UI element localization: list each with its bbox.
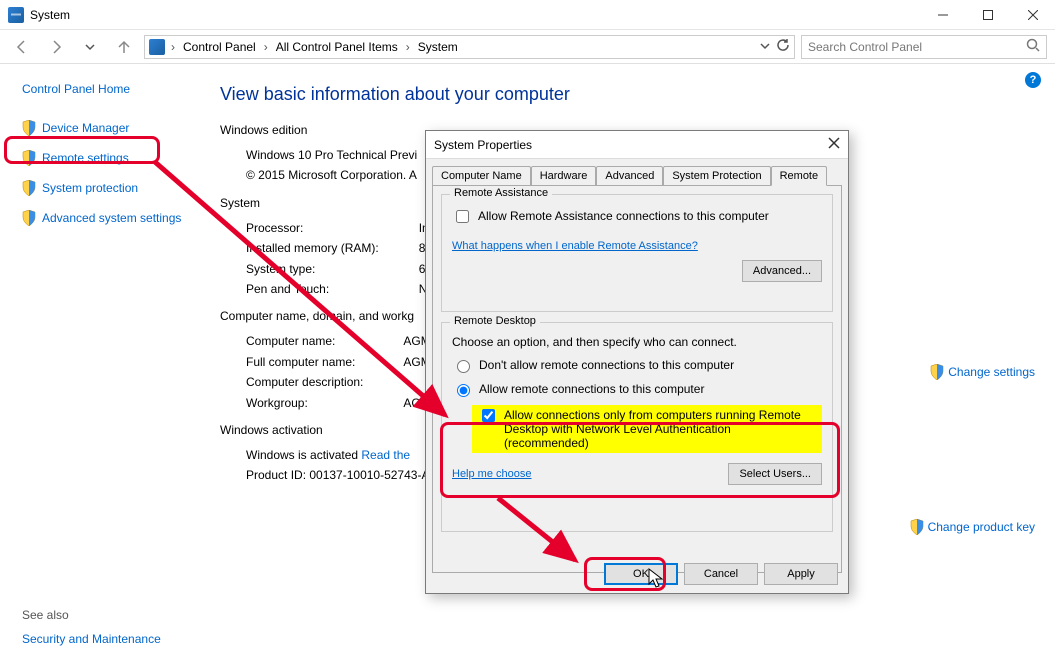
tab-hardware[interactable]: Hardware — [531, 166, 597, 186]
system-properties-dialog: System Properties Computer Name Hardware… — [425, 130, 849, 594]
cndw-key: Computer name: — [246, 331, 403, 351]
address-icon — [149, 39, 165, 55]
tab-computer-name[interactable]: Computer Name — [432, 166, 531, 186]
tab-system-protection[interactable]: System Protection — [663, 166, 770, 186]
address-bar[interactable]: › Control Panel › All Control Panel Item… — [144, 35, 795, 59]
tab-remote-body: Remote Assistance Allow Remote Assistanc… — [432, 185, 842, 573]
shield-icon — [22, 180, 36, 196]
sidebar-link-advanced-system-settings[interactable]: Advanced system settings — [22, 208, 210, 228]
nav-toolbar: › Control Panel › All Control Panel Item… — [0, 30, 1055, 64]
dialog-title: System Properties — [434, 138, 532, 152]
window-title: System — [30, 8, 70, 22]
see-also-link-security[interactable]: Security and Maintenance — [22, 632, 210, 646]
activation-status: Windows is activated — [246, 448, 361, 462]
change-settings-link[interactable]: Change settings — [930, 364, 1035, 380]
see-also-heading: See also — [22, 608, 210, 622]
window-maximize-button[interactable] — [965, 0, 1010, 30]
activation-read-link[interactable]: Read the — [361, 448, 410, 462]
control-panel-home-link[interactable]: Control Panel Home — [22, 82, 210, 96]
allow-remote-assistance-label: Allow Remote Assistance connections to t… — [478, 209, 769, 223]
nav-recent-dropdown[interactable] — [76, 33, 104, 61]
allow-remote-assistance-checkbox[interactable]: Allow Remote Assistance connections to t… — [452, 209, 822, 226]
nla-checkbox-label: Allow connections only from computers ru… — [504, 408, 816, 450]
refresh-icon[interactable] — [776, 38, 790, 55]
dialog-cancel-button[interactable]: Cancel — [684, 563, 758, 585]
tab-remote[interactable]: Remote — [771, 166, 828, 186]
search-input[interactable]: Search Control Panel — [801, 35, 1047, 59]
nav-forward-button[interactable] — [42, 33, 70, 61]
address-dropdown-icon[interactable] — [760, 40, 770, 54]
nla-checkbox-input[interactable] — [482, 409, 495, 422]
window-titlebar: System — [0, 0, 1055, 30]
dialog-apply-button[interactable]: Apply — [764, 563, 838, 585]
radio-allow-remote-input[interactable] — [457, 384, 470, 397]
cndw-key: Full computer name: — [246, 352, 403, 372]
search-icon — [1026, 38, 1040, 55]
sidebar-link-device-manager[interactable]: Device Manager — [22, 118, 210, 138]
cndw-key: Computer description: — [246, 372, 403, 392]
nav-up-button[interactable] — [110, 33, 138, 61]
cndw-key: Workgroup: — [246, 393, 403, 413]
tab-advanced[interactable]: Advanced — [596, 166, 663, 186]
shield-icon — [22, 120, 36, 136]
sidebar-item-label: Advanced system settings — [42, 211, 181, 225]
window-close-button[interactable] — [1010, 0, 1055, 30]
dialog-close-button[interactable] — [828, 137, 840, 152]
change-product-key-label: Change product key — [928, 520, 1035, 534]
radio-deny-remote-input[interactable] — [457, 360, 470, 373]
shield-icon — [910, 519, 924, 535]
system-key: System type: — [246, 259, 419, 279]
nla-checkbox[interactable]: Allow connections only from computers ru… — [472, 405, 822, 453]
shield-icon — [22, 150, 36, 166]
remote-assistance-group: Remote Assistance Allow Remote Assistanc… — [441, 194, 833, 312]
window-minimize-button[interactable] — [920, 0, 965, 30]
shield-icon — [22, 210, 36, 226]
radio-deny-remote-label: Don't allow remote connections to this c… — [479, 358, 734, 372]
help-me-choose-link[interactable]: Help me choose — [452, 468, 532, 480]
sidebar-item-label: Device Manager — [42, 121, 129, 135]
crumb-separator-icon: › — [262, 40, 270, 54]
dialog-tabstrip: Computer Name Hardware Advanced System P… — [426, 159, 848, 185]
nav-back-button[interactable] — [8, 33, 36, 61]
help-icon[interactable]: ? — [1025, 72, 1041, 88]
system-key: Installed memory (RAM): — [246, 238, 419, 258]
remote-assistance-legend: Remote Assistance — [450, 187, 552, 199]
select-users-button[interactable]: Select Users... — [728, 463, 822, 485]
remote-desktop-legend: Remote Desktop — [450, 315, 540, 327]
radio-allow-remote-label: Allow remote connections to this compute… — [479, 382, 704, 396]
remote-desktop-intro: Choose an option, and then specify who c… — [452, 335, 822, 349]
crumb-separator-icon: › — [404, 40, 412, 54]
system-key: Pen and Touch: — [246, 279, 419, 299]
search-placeholder: Search Control Panel — [808, 40, 922, 54]
dialog-ok-button[interactable]: OK — [604, 563, 678, 585]
sidebar: Control Panel Home Device Manager Remote… — [0, 64, 210, 668]
allow-remote-assistance-checkbox-input[interactable] — [456, 210, 469, 223]
change-settings-label: Change settings — [948, 365, 1035, 379]
page-title: View basic information about your comput… — [220, 84, 1035, 105]
breadcrumb-item[interactable]: All Control Panel Items — [274, 40, 400, 54]
remote-assistance-advanced-button[interactable]: Advanced... — [742, 260, 822, 282]
change-product-key-link[interactable]: Change product key — [910, 519, 1035, 535]
crumb-separator-icon: › — [169, 40, 177, 54]
system-icon — [8, 7, 24, 23]
sidebar-item-label: System protection — [42, 181, 138, 195]
sidebar-link-remote-settings[interactable]: Remote settings — [22, 148, 210, 168]
radio-allow-remote[interactable]: Allow remote connections to this compute… — [452, 381, 822, 397]
sidebar-item-label: Remote settings — [42, 151, 129, 165]
system-key: Processor: — [246, 218, 419, 238]
remote-assistance-help-link[interactable]: What happens when I enable Remote Assist… — [452, 240, 698, 252]
breadcrumb-item[interactable]: System — [416, 40, 460, 54]
shield-icon — [930, 364, 944, 380]
dialog-titlebar: System Properties — [426, 131, 848, 159]
sidebar-link-system-protection[interactable]: System protection — [22, 178, 210, 198]
radio-deny-remote[interactable]: Don't allow remote connections to this c… — [452, 357, 822, 373]
remote-desktop-group: Remote Desktop Choose an option, and the… — [441, 322, 833, 532]
breadcrumb-item[interactable]: Control Panel — [181, 40, 258, 54]
